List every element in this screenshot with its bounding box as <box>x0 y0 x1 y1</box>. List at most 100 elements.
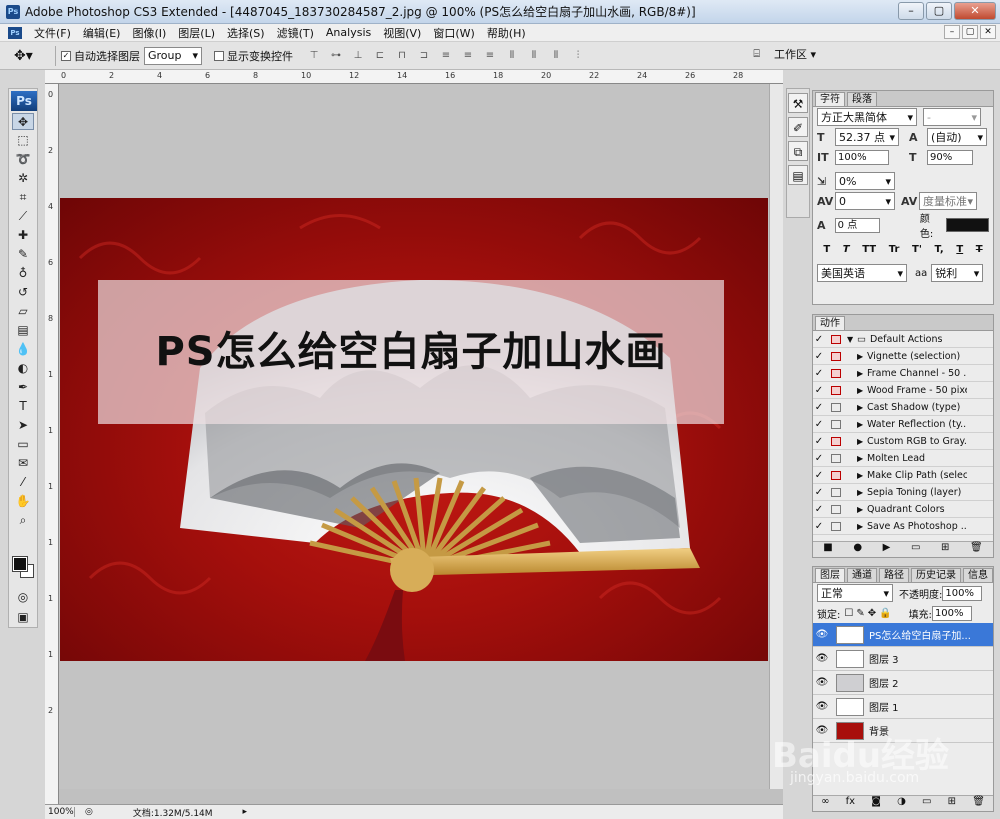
status-menu-icon[interactable]: ◎ <box>85 807 93 817</box>
slice-tool-icon[interactable]: ⟋ <box>12 208 34 225</box>
link-layers-icon[interactable]: ∞ <box>821 796 829 811</box>
font-style-select[interactable]: - ▾ <box>923 108 981 126</box>
expand-icon[interactable]: ▶ <box>857 471 867 480</box>
align-right-icon[interactable]: ⊐ <box>413 48 435 64</box>
new-set-icon[interactable]: ▭ <box>911 542 920 557</box>
antialias-select[interactable]: 锐利 ▾ <box>931 264 984 282</box>
all-caps-button[interactable]: TT <box>862 244 876 255</box>
align-bottom-icon[interactable]: ⊥ <box>347 48 369 64</box>
font-family-select[interactable]: 方正大黑简体 ▾ <box>817 108 917 126</box>
check-icon[interactable]: ✓ <box>813 487 825 498</box>
strikethrough-button[interactable]: T <box>976 244 983 255</box>
menu-edit[interactable]: 编辑(E) <box>77 25 127 41</box>
check-icon[interactable]: ✓ <box>813 402 825 413</box>
align-left-icon[interactable]: ⊏ <box>369 48 391 64</box>
align-hcenter-icon[interactable]: ⊓ <box>391 48 413 64</box>
action-row[interactable]: ✓ ▶ Frame Channel - 50 ... <box>813 365 993 382</box>
tab-actions[interactable]: 动作 <box>815 316 845 330</box>
pen-tool-icon[interactable]: ✒ <box>12 379 34 396</box>
distribute-left-icon[interactable]: ⫴ <box>501 48 523 64</box>
auto-select-checkbox[interactable]: ✓ <box>61 50 71 61</box>
tools-panel-icon[interactable]: ⚒ <box>788 93 808 113</box>
dialog-toggle-icon[interactable] <box>831 419 841 429</box>
leading-field[interactable]: (自动) ▾ <box>927 128 987 146</box>
clone-source-icon[interactable]: ⧉ <box>788 141 808 161</box>
dialog-toggle-icon[interactable] <box>831 334 841 344</box>
path-select-icon[interactable]: ➤ <box>12 417 34 434</box>
baseline-percent-field[interactable]: 0% ▾ <box>835 172 895 190</box>
shape-tool-icon[interactable]: ▭ <box>12 436 34 453</box>
adjustment-layer-icon[interactable]: ◑ <box>897 796 906 811</box>
kerning-field[interactable]: 度量标准 ▾ <box>919 192 977 210</box>
tab-info[interactable]: 信息 <box>963 568 993 582</box>
distribute-right-icon[interactable]: ⫴ <box>545 48 567 64</box>
vertical-scrollbar[interactable] <box>769 84 783 789</box>
layer-row[interactable]: 👁 T PS怎么给空白扇子加... <box>813 623 993 647</box>
action-row[interactable]: ✓ ▶ Water Reflection (ty... <box>813 416 993 433</box>
expand-icon[interactable]: ▶ <box>857 386 867 395</box>
hand-tool-icon[interactable]: ✋ <box>12 493 34 510</box>
dialog-toggle-icon[interactable] <box>831 402 841 412</box>
menu-view[interactable]: 视图(V) <box>377 25 427 41</box>
faux-italic-button[interactable]: T <box>843 244 850 255</box>
eyedropper-icon[interactable]: ⁄ <box>12 474 34 491</box>
baseline-shift-field[interactable]: 0 点 <box>834 217 880 233</box>
tab-channels[interactable]: 通道 <box>847 568 877 582</box>
tab-paths[interactable]: 路径 <box>879 568 909 582</box>
expand-icon[interactable]: ▶ <box>857 522 867 531</box>
history-brush-icon[interactable]: ↺ <box>12 284 34 301</box>
dialog-toggle-icon[interactable] <box>831 351 841 361</box>
menu-analysis[interactable]: Analysis <box>320 26 377 39</box>
auto-align-icon[interactable]: ⫶ <box>567 48 589 64</box>
eraser-icon[interactable]: ▱ <box>12 303 34 320</box>
check-icon[interactable]: ✓ <box>813 419 825 430</box>
distribute-hcenter-icon[interactable]: ⫴ <box>523 48 545 64</box>
delete-layer-icon[interactable]: 🗑 <box>972 796 985 811</box>
foreground-color-swatch[interactable] <box>12 556 28 572</box>
workspace-menu[interactable]: ⌸ 工作区 ▾ <box>753 46 816 62</box>
image-canvas[interactable]: PS怎么给空白扇子加山水画 <box>60 198 768 661</box>
healing-brush-icon[interactable]: ✚ <box>12 227 34 244</box>
tab-history[interactable]: 历史记录 <box>911 568 961 582</box>
brush-tool-icon[interactable]: ✎ <box>12 246 34 263</box>
check-icon[interactable]: ✓ <box>813 385 825 396</box>
minimize-icon[interactable]: – <box>898 2 924 20</box>
language-select[interactable]: 美国英语 ▾ <box>817 264 907 282</box>
opacity-field[interactable]: 100% <box>942 585 983 601</box>
expand-icon[interactable]: ▶ <box>857 505 867 514</box>
tab-layers[interactable]: 图层 <box>815 568 845 582</box>
move-tool-icon[interactable]: ✥ <box>12 113 34 130</box>
menu-select[interactable]: 选择(S) <box>221 25 271 41</box>
zoom-tool-icon[interactable]: ⌕ <box>12 512 34 529</box>
distribute-top-icon[interactable]: ≡ <box>435 48 457 64</box>
menu-window[interactable]: 窗口(W) <box>427 25 480 41</box>
font-size-field[interactable]: 52.37 点 ▾ <box>835 128 899 146</box>
action-row[interactable]: ✓ ▶ Save As Photoshop ... <box>813 518 993 535</box>
action-row[interactable]: ✓ ▶ Sepia Toning (layer) <box>813 484 993 501</box>
expand-icon[interactable]: ▶ <box>857 437 867 446</box>
blur-tool-icon[interactable]: 💧 <box>12 341 34 358</box>
subscript-button[interactable]: T, <box>935 244 944 255</box>
magic-wand-icon[interactable]: ✲ <box>12 170 34 187</box>
blend-mode-select[interactable]: 正常 ▾ <box>817 584 893 602</box>
action-set-row[interactable]: ✓ ▼ ▭ Default Actions <box>813 331 993 348</box>
lasso-tool-icon[interactable]: ➰ <box>12 151 34 168</box>
layer-row[interactable]: 👁 图层 3 <box>813 647 993 671</box>
check-icon[interactable]: ✓ <box>813 521 825 532</box>
menu-filter[interactable]: 滤镜(T) <box>271 25 320 41</box>
expand-icon[interactable]: ▼ <box>847 335 857 344</box>
record-icon[interactable]: ● <box>853 542 862 557</box>
doc-close-icon[interactable]: ✕ <box>980 25 996 39</box>
stop-icon[interactable]: ■ <box>823 542 832 557</box>
distribute-center-icon[interactable]: ≡ <box>457 48 479 64</box>
faux-bold-button[interactable]: T <box>823 244 830 255</box>
new-action-icon[interactable]: ⊞ <box>941 542 949 557</box>
dialog-toggle-icon[interactable] <box>831 436 841 446</box>
layer-row[interactable]: 👁 图层 1 <box>813 695 993 719</box>
dialog-toggle-icon[interactable] <box>831 470 841 480</box>
visibility-eye-icon[interactable]: 👁 <box>813 629 831 640</box>
check-icon[interactable]: ✓ <box>813 368 825 379</box>
new-layer-icon[interactable]: ⊞ <box>948 796 956 811</box>
action-row[interactable]: ✓ ▶ Wood Frame - 50 pixel <box>813 382 993 399</box>
doc-minimize-icon[interactable]: – <box>944 25 960 39</box>
